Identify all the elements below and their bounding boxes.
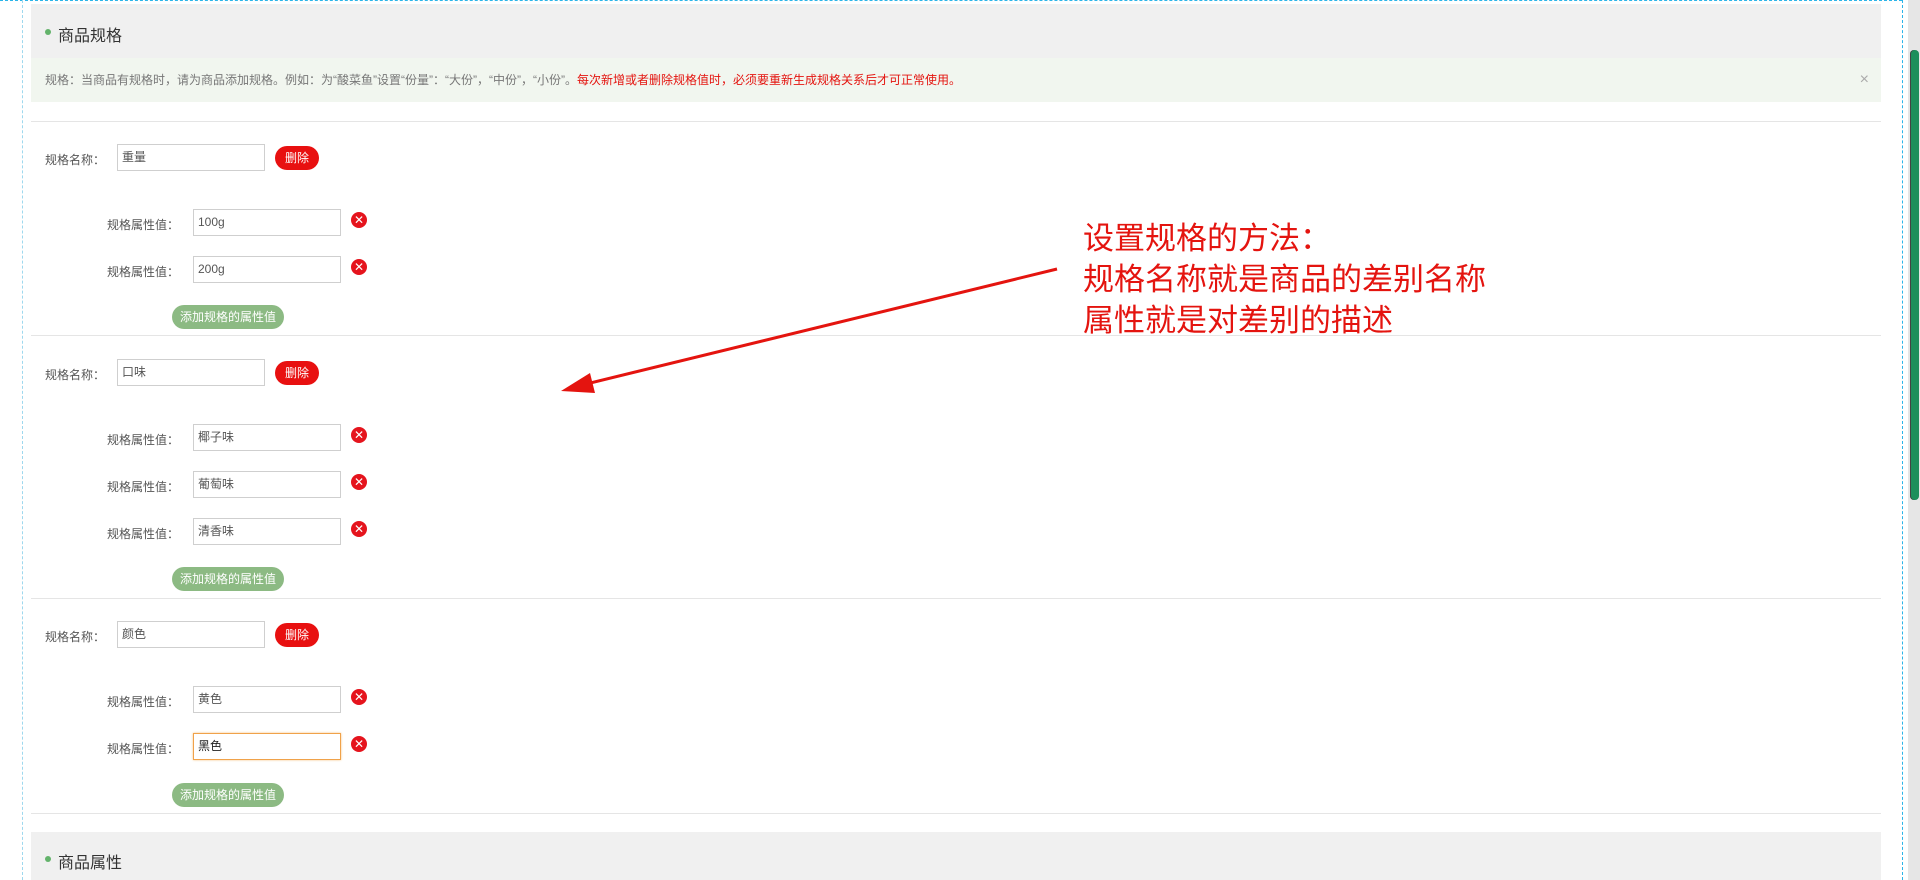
attr-value-label: 规格属性值：: [107, 265, 180, 279]
bullet-dot-icon: [45, 856, 51, 862]
annotation-line: 属性就是对差别的描述: [1083, 303, 1393, 338]
add-attr-value-button[interactable]: 添加规格的属性值: [172, 567, 284, 591]
bullet-dot-icon: [45, 29, 51, 35]
delete-spec-button[interactable]: 删除: [275, 361, 319, 385]
attr-section-header: 商品属性: [31, 832, 1881, 880]
attr-value-label: 规格属性值：: [107, 527, 180, 541]
attr-value-input[interactable]: 葡萄味: [193, 471, 341, 498]
spec-section-header: 商品规格: [31, 4, 1881, 58]
remove-attr-icon[interactable]: ✕: [351, 736, 367, 752]
spec-name-label: 规格名称：: [45, 153, 106, 167]
spec-name-label: 规格名称：: [45, 630, 106, 644]
close-icon[interactable]: ×: [1860, 58, 1869, 102]
spec-notice: 规格：当商品有规格时，请为商品添加规格。例如：为“酸菜鱼”设置“份量”：“大份”…: [31, 58, 1881, 102]
spec-name-label: 规格名称：: [45, 368, 106, 382]
attr-value-label: 规格属性值：: [107, 742, 180, 756]
attr-value-input[interactable]: 100g: [193, 209, 341, 236]
divider: [31, 598, 1881, 599]
delete-spec-button[interactable]: 删除: [275, 146, 319, 170]
remove-attr-icon[interactable]: ✕: [351, 474, 367, 490]
spec-name-input[interactable]: 颜色: [117, 621, 265, 648]
annotation-line: 设置规格的方法：: [1083, 221, 1331, 256]
notice-warning: 每次新增或者删除规格值时，必须要重新生成规格关系后才可正常使用。: [576, 73, 961, 87]
delete-spec-button[interactable]: 删除: [275, 623, 319, 647]
attr-value-input[interactable]: 黄色: [193, 686, 341, 713]
attr-value-input[interactable]: 椰子味: [193, 424, 341, 451]
attr-value-label: 规格属性值：: [107, 218, 180, 232]
divider: [31, 335, 1881, 336]
divider: [31, 121, 1881, 122]
spec-name-input[interactable]: 口味: [117, 359, 265, 386]
attr-value-input[interactable]: 200g: [193, 256, 341, 283]
add-attr-value-button[interactable]: 添加规格的属性值: [172, 305, 284, 329]
dashed-border-left: [22, 0, 23, 880]
divider: [31, 813, 1881, 814]
dashed-border-right: [1902, 0, 1903, 880]
remove-attr-icon[interactable]: ✕: [351, 521, 367, 537]
annotation-line: 规格名称就是商品的差别名称: [1083, 262, 1486, 297]
remove-attr-icon[interactable]: ✕: [351, 427, 367, 443]
attr-section-title: 商品属性: [58, 855, 123, 872]
attr-value-label: 规格属性值：: [107, 433, 180, 447]
annotation-text: 设置规格的方法： 规格名称就是商品的差别名称 属性就是对差别的描述: [1083, 218, 1486, 341]
attr-value-input[interactable]: 黑色: [193, 733, 341, 760]
dashed-border-top: [0, 0, 1902, 1]
page: 商品规格 规格：当商品有规格时，请为商品添加规格。例如：为“酸菜鱼”设置“份量”…: [0, 0, 1920, 880]
add-attr-value-button[interactable]: 添加规格的属性值: [172, 783, 284, 807]
notice-text: 规格：当商品有规格时，请为商品添加规格。例如：为“酸菜鱼”设置“份量”：“大份”…: [45, 73, 577, 87]
attr-value-input[interactable]: 清香味: [193, 518, 341, 545]
spec-section-title: 商品规格: [58, 28, 123, 45]
remove-attr-icon[interactable]: ✕: [351, 689, 367, 705]
remove-attr-icon[interactable]: ✕: [351, 212, 367, 228]
attr-value-label: 规格属性值：: [107, 695, 180, 709]
remove-attr-icon[interactable]: ✕: [351, 259, 367, 275]
attr-value-label: 规格属性值：: [107, 480, 180, 494]
scrollbar-thumb[interactable]: [1910, 50, 1919, 500]
spec-name-input[interactable]: 重量: [117, 144, 265, 171]
